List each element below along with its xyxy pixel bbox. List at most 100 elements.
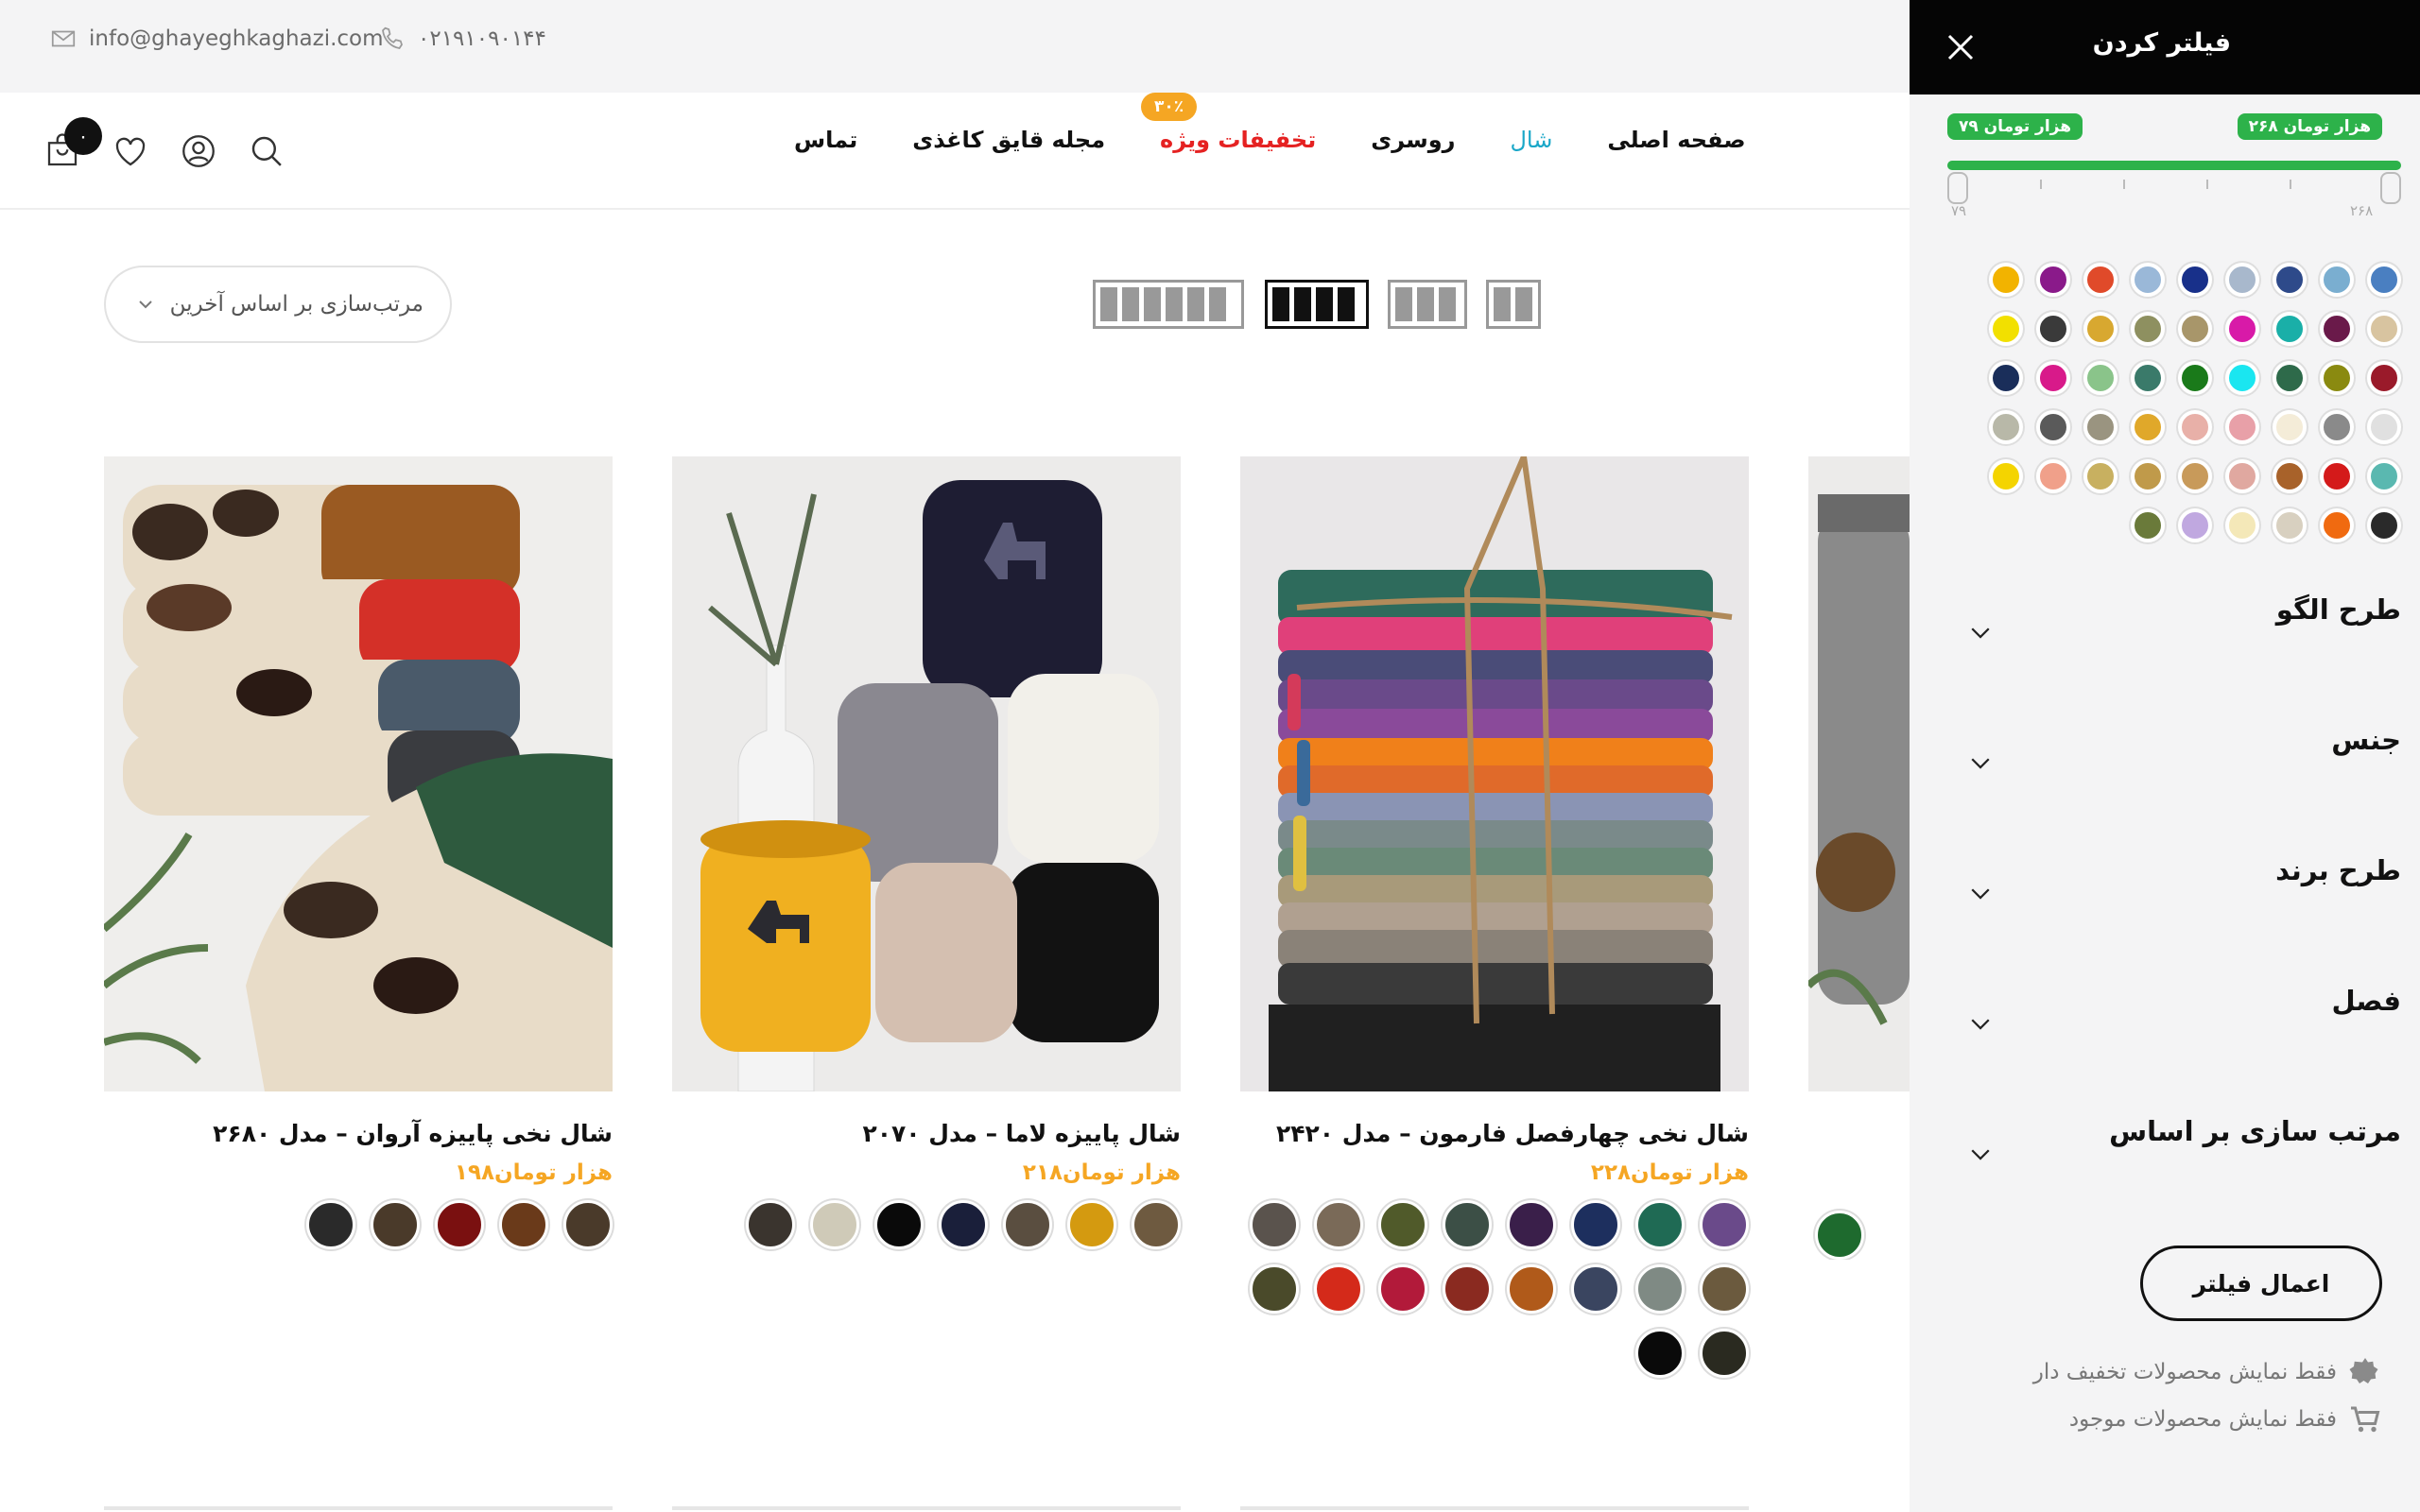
color-filter-option[interactable] [2083, 459, 2118, 493]
phone-contact[interactable]: ۰۲۱۹۱۰۹۰۱۴۴ [378, 25, 546, 53]
product-image[interactable] [1240, 456, 1749, 1091]
color-filter-option[interactable] [1989, 410, 2023, 444]
color-filter-option[interactable] [2083, 410, 2118, 444]
color-filter-option[interactable] [2131, 508, 2165, 542]
color-swatch[interactable] [1571, 1264, 1620, 1314]
color-swatch[interactable] [371, 1200, 420, 1249]
color-swatch[interactable] [1571, 1200, 1620, 1249]
account-button[interactable] [178, 130, 219, 172]
color-filter-option[interactable] [2036, 459, 2070, 493]
grid-6-columns-button[interactable] [1093, 280, 1244, 329]
color-filter-option[interactable] [2036, 312, 2070, 346]
color-swatch[interactable] [499, 1200, 548, 1249]
color-swatch[interactable] [1378, 1264, 1427, 1314]
color-swatch[interactable] [1635, 1200, 1685, 1249]
close-icon[interactable] [1944, 30, 1978, 64]
color-filter-option[interactable] [2083, 312, 2118, 346]
color-swatch[interactable] [1250, 1200, 1299, 1249]
nav-item-special-offers[interactable]: تخفیفات ویژه ۳۰٪ [1141, 93, 1316, 159]
color-filter-option[interactable] [2178, 410, 2212, 444]
color-swatch[interactable] [1003, 1200, 1052, 1249]
color-filter-option[interactable] [1989, 459, 2023, 493]
product-image[interactable] [1808, 456, 1910, 1091]
color-filter-option[interactable] [2273, 263, 2307, 297]
grid-4-columns-button[interactable] [1265, 280, 1369, 329]
color-swatch[interactable] [939, 1200, 988, 1249]
email-contact[interactable]: info@ghayeghkaghazi.com [49, 25, 384, 53]
wishlist-button[interactable] [110, 130, 151, 172]
color-filter-option[interactable] [2225, 312, 2259, 346]
color-filter-option[interactable] [2320, 263, 2354, 297]
color-filter-option[interactable] [2273, 459, 2307, 493]
color-filter-option[interactable] [1989, 263, 2023, 297]
color-filter-option[interactable] [2225, 459, 2259, 493]
sort-dropdown[interactable]: مرتب‌سازی بر اساس آخرین [104, 266, 452, 343]
color-filter-option[interactable] [2036, 410, 2070, 444]
color-filter-option[interactable] [2131, 361, 2165, 395]
color-filter-option[interactable] [2178, 508, 2212, 542]
color-swatch[interactable] [874, 1200, 924, 1249]
price-range-slider[interactable] [1947, 161, 2401, 170]
color-swatch[interactable] [1815, 1211, 1864, 1260]
color-filter-option[interactable] [2273, 410, 2307, 444]
color-filter-option[interactable] [2273, 312, 2307, 346]
color-filter-option[interactable] [2225, 361, 2259, 395]
product-title[interactable]: شال نخی پاییزه آروان – مدل ۲۶۸۰ [104, 1120, 613, 1147]
product-image[interactable] [672, 456, 1181, 1091]
color-filter-option[interactable] [2367, 263, 2401, 297]
color-filter-option[interactable] [2178, 361, 2212, 395]
search-button[interactable] [246, 130, 287, 172]
color-filter-option[interactable] [2178, 459, 2212, 493]
color-swatch[interactable] [306, 1200, 355, 1249]
color-swatch[interactable] [1314, 1200, 1363, 1249]
color-filter-option[interactable] [2036, 361, 2070, 395]
color-swatch[interactable] [1250, 1264, 1299, 1314]
color-swatch[interactable] [1132, 1200, 1181, 1249]
only-discounted-toggle[interactable]: فقط نمایش محصولات تخفیف دار [2033, 1355, 2382, 1389]
color-filter-option[interactable] [2225, 410, 2259, 444]
color-filter-option[interactable] [2178, 263, 2212, 297]
filter-section-season[interactable]: فصل [1947, 985, 2401, 1041]
color-swatch[interactable] [1443, 1264, 1492, 1314]
color-filter-option[interactable] [2131, 410, 2165, 444]
color-swatch[interactable] [1635, 1329, 1685, 1378]
only-in-stock-toggle[interactable]: فقط نمایش محصولات موجود [2069, 1402, 2382, 1436]
color-swatch[interactable] [563, 1200, 613, 1249]
nav-item-contact[interactable]: تماس [794, 121, 857, 159]
color-filter-option[interactable] [2083, 263, 2118, 297]
color-filter-option[interactable] [2273, 361, 2307, 395]
filter-section-material[interactable]: جنس [1947, 724, 2401, 781]
color-swatch[interactable] [1443, 1200, 1492, 1249]
color-filter-option[interactable] [2131, 312, 2165, 346]
filter-section-brand[interactable]: طرح برند [1947, 854, 2401, 911]
color-filter-option[interactable] [2131, 263, 2165, 297]
nav-item-shawl[interactable]: شال [1510, 121, 1552, 159]
price-max-handle[interactable] [2380, 172, 2401, 204]
product-title[interactable]: شال نخی چهارفصل فارمون – مدل ۲۴۲۰ [1240, 1120, 1749, 1147]
nav-item-home[interactable]: صفحه اصلی [1607, 121, 1745, 159]
nav-item-magazine[interactable]: مجله قایق کاغذی [912, 121, 1105, 159]
color-filter-option[interactable] [2036, 263, 2070, 297]
color-filter-option[interactable] [2320, 410, 2354, 444]
nav-item-scarf[interactable]: روسری [1371, 121, 1455, 159]
color-filter-option[interactable] [2367, 410, 2401, 444]
product-card[interactable]: شال نخی پاییزه آروان – مدل ۲۶۸۰ ۱۹۸هزار … [104, 456, 613, 1249]
apply-filter-button[interactable]: اعمال فیلتر [2140, 1246, 2382, 1321]
color-filter-option[interactable] [2225, 263, 2259, 297]
color-filter-option[interactable] [2367, 312, 2401, 346]
color-filter-option[interactable] [2367, 459, 2401, 493]
color-filter-option[interactable] [2320, 508, 2354, 542]
color-filter-option[interactable] [2225, 508, 2259, 542]
color-swatch[interactable] [435, 1200, 484, 1249]
color-filter-option[interactable] [2131, 459, 2165, 493]
color-filter-option[interactable] [2178, 312, 2212, 346]
color-swatch[interactable] [1635, 1264, 1685, 1314]
color-filter-option[interactable] [2367, 361, 2401, 395]
color-swatch[interactable] [1700, 1329, 1749, 1378]
price-min-handle[interactable] [1947, 172, 1968, 204]
color-filter-option[interactable] [2083, 361, 2118, 395]
color-swatch[interactable] [746, 1200, 795, 1249]
grid-2-columns-button[interactable] [1486, 280, 1541, 329]
color-filter-option[interactable] [2320, 361, 2354, 395]
product-card[interactable]: شال پاییزه لاما – مدل ۲۰۷۰ ۲۱۸هزار تومان [672, 456, 1181, 1249]
